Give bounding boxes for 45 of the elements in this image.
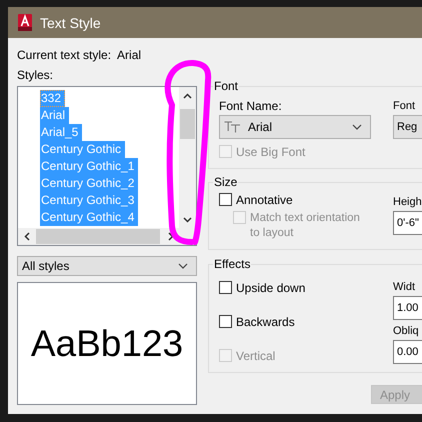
list-item[interactable]: Century Gothic_2 — [40, 175, 138, 192]
font-name-label: Font Name: — [219, 98, 283, 115]
app-icon — [18, 14, 32, 31]
filter-dropdown[interactable]: All styles — [17, 256, 197, 276]
list-item[interactable]: Century Gothic — [40, 141, 126, 158]
preview-text: AaBb123 — [17, 282, 197, 405]
font-name-dropdown[interactable]: Arial — [219, 115, 371, 139]
checkbox-label: Match text orientation to layout — [250, 211, 361, 241]
checkbox-label: Annotative — [236, 193, 293, 208]
list-item[interactable]: Century Gothic_3 — [40, 192, 138, 209]
checkbox-label: Backwards — [236, 315, 295, 330]
truetype-icon — [224, 121, 242, 133]
scroll-left-icon[interactable] — [24, 232, 30, 241]
width-factor-label: Widt — [393, 280, 416, 295]
list-item[interactable]: Century Gothic_4 — [40, 209, 138, 226]
height-label: Heigh — [393, 195, 422, 210]
window-title: Text Style — [40, 14, 101, 30]
list-item[interactable]: Arial_5 — [40, 124, 82, 141]
list-item[interactable]: Arial — [40, 107, 70, 124]
checkbox-label: Use Big Font — [236, 145, 306, 160]
dropdown-caret-icon — [352, 124, 362, 130]
current-style-label: Current text style: Arial — [17, 48, 142, 64]
list-item[interactable]: 332 — [40, 90, 66, 107]
styles-label: Styles: — [17, 68, 54, 84]
scroll-up-icon[interactable] — [183, 92, 192, 98]
checkbox-label: Vertical — [236, 349, 276, 364]
font-style-label: Font — [393, 99, 416, 114]
oblique-angle-field[interactable]: 0.00 — [393, 340, 422, 364]
checkbox[interactable] — [219, 315, 232, 328]
checkbox[interactable] — [219, 193, 232, 206]
vertical-scrollbar[interactable] — [179, 87, 196, 228]
styles-list[interactable]: 332 Arial Arial_5 Century Gothic Century Gothic_1 Century Gothic_2 Century Gothic_3 Century Gothic_4 — [17, 86, 197, 246]
height-field[interactable]: 0'-6" — [393, 211, 422, 235]
scroll-down-icon[interactable] — [183, 216, 192, 222]
dropdown-caret-icon — [178, 263, 188, 269]
width-factor-field[interactable]: 1.00 — [393, 296, 422, 320]
checkbox[interactable] — [219, 281, 232, 294]
font-style-dropdown[interactable]: Reg — [393, 115, 422, 139]
scrollbar-thumb[interactable] — [180, 109, 195, 139]
checkbox-label: Upside down — [236, 281, 306, 296]
scrollbar-thumb[interactable] — [36, 229, 160, 244]
list-item[interactable]: Century Gothic_1 — [40, 158, 138, 175]
scroll-right-icon[interactable] — [168, 232, 174, 241]
horizontal-scrollbar[interactable] — [18, 228, 196, 245]
oblique-angle-label: Obliq — [393, 324, 420, 339]
